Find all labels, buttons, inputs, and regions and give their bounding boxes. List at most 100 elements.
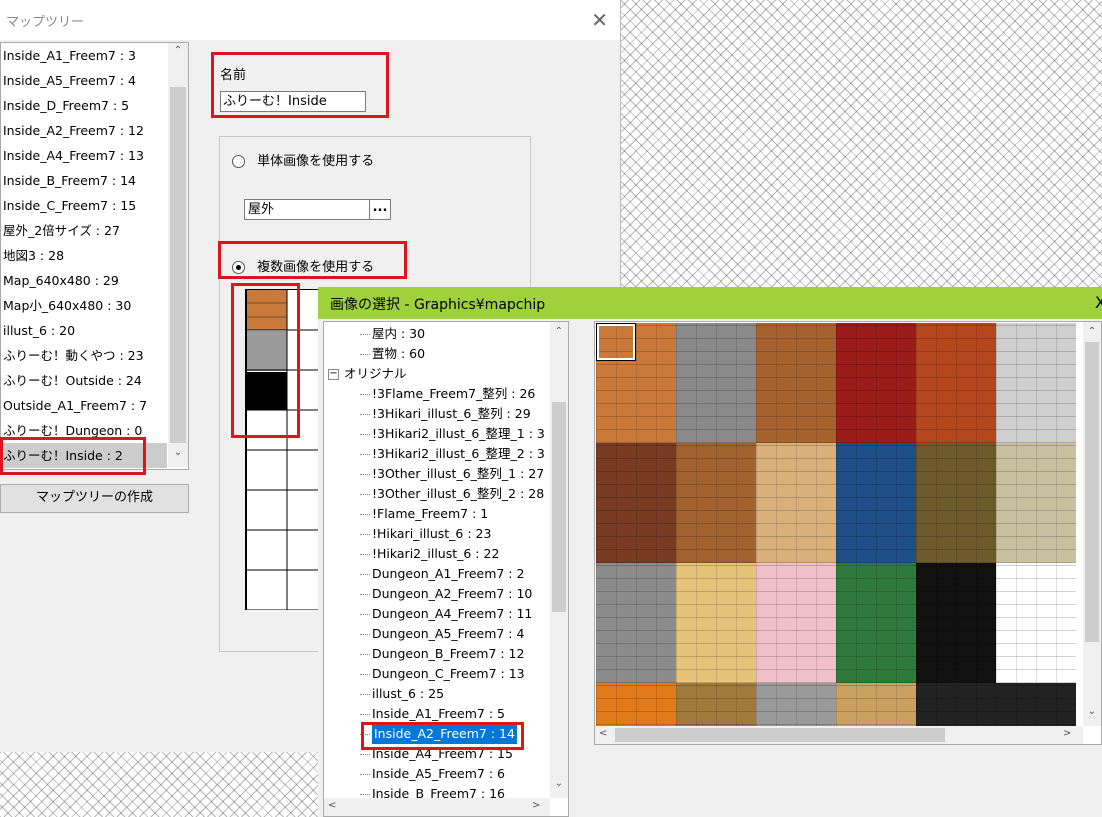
scroll-down-icon[interactable]: ⌄	[1083, 706, 1101, 717]
map-list-item[interactable]: Outside_A1_Freem7 : 7	[1, 393, 167, 418]
tree-node[interactable]: オリジナル	[344, 364, 407, 384]
scroll-left-icon[interactable]: <	[599, 728, 607, 739]
scroll-right-icon[interactable]: >	[1063, 728, 1071, 739]
map-list-item[interactable]: Map小_640x480 : 30	[1, 293, 167, 318]
preview-scrollbar[interactable]: ⌃ ⌄	[1083, 322, 1101, 726]
map-list-items: Inside_A1_Freem7 : 3 Inside_A5_Freem7 : 4…	[1, 43, 188, 468]
scroll-up-icon[interactable]: ⌃	[1083, 326, 1101, 337]
tree-node[interactable]: !Hikari2_illust_6 : 22	[372, 544, 499, 564]
scroll-thumb[interactable]	[552, 402, 566, 612]
tileset-tile[interactable]	[916, 323, 996, 443]
tree-node[interactable]: Dungeon_A2_Freem7 : 10	[372, 584, 532, 604]
tileset-tile[interactable]	[836, 323, 916, 443]
scroll-down-icon[interactable]: ⌄	[550, 778, 568, 789]
tileset-tile[interactable]	[916, 563, 996, 683]
title-bar: マップツリー ✕	[0, 0, 620, 40]
tree-node[interactable]: !3Other_illust_6_整列_2 : 28	[372, 484, 544, 504]
create-map-tree-button[interactable]: マップツリーの作成	[0, 484, 189, 513]
close-icon[interactable]: X	[1095, 293, 1102, 312]
tree-node[interactable]: !3Flame_Freem7_整列 : 26	[372, 384, 535, 404]
scroll-thumb[interactable]	[170, 87, 186, 443]
tree-connector	[360, 554, 370, 555]
image-select-dialog: 画像の選択 - Graphics¥mapchip X 屋内 : 30 置物 : 6…	[318, 287, 1102, 817]
tree-node[interactable]: !3Hikari_illust_6_整列 : 29	[372, 404, 531, 424]
map-list-item[interactable]: Inside_D_Freem7 : 5	[1, 93, 167, 118]
close-icon[interactable]: ✕	[591, 8, 608, 32]
tileset-tile[interactable]	[836, 563, 916, 683]
tileset-tile[interactable]	[676, 443, 756, 563]
map-list-item[interactable]: Inside_C_Freem7 : 15	[1, 193, 167, 218]
tree-node[interactable]: !3Hikari2_illust_6_整理_1 : 3	[372, 424, 545, 444]
tree-node[interactable]: !3Hikari2_illust_6_整理_2 : 3	[372, 444, 545, 464]
hscroll-thumb[interactable]	[615, 728, 945, 742]
tileset-preview[interactable]: ⌃ ⌄ < >	[594, 321, 1102, 745]
single-image-option[interactable]: 単体画像を使用する	[232, 150, 374, 169]
map-list-item[interactable]: Inside_A2_Freem7 : 12	[1, 118, 167, 143]
dialog-title: マップツリー	[6, 15, 85, 30]
tileset-tile[interactable]	[916, 443, 996, 563]
tree-node[interactable]: Inside_A5_Freem7 : 6	[372, 764, 505, 784]
highlight-selected-map	[0, 437, 146, 475]
tree-connector	[360, 494, 370, 495]
tileset-tile[interactable]	[836, 443, 916, 563]
tileset-tile[interactable]	[996, 443, 1076, 563]
map-list-item[interactable]: ふりーむ！Outside : 24	[1, 368, 167, 393]
tree-node[interactable]: Dungeon_A4_Freem7 : 11	[372, 604, 532, 624]
tileset-tile[interactable]	[756, 563, 836, 683]
map-list-item[interactable]: Inside_A5_Freem7 : 4	[1, 68, 167, 93]
tree-scrollbar[interactable]: ⌃ ⌄	[550, 322, 568, 798]
scroll-right-icon[interactable]: >	[532, 800, 540, 811]
tree-node[interactable]: Inside_A1_Freem7 : 5	[372, 704, 505, 724]
map-list-item[interactable]: 屋外_2倍サイズ : 27	[1, 218, 167, 243]
tree-node[interactable]: Dungeon_C_Freem7 : 13	[372, 664, 525, 684]
tree-connector	[360, 654, 370, 655]
tree-node[interactable]: Dungeon_B_Freem7 : 12	[372, 644, 524, 664]
preview-hscrollbar[interactable]: < >	[595, 726, 1083, 744]
map-list-scrollbar[interactable]: ⌃ ⌄	[168, 43, 188, 467]
scroll-left-icon[interactable]: <	[328, 800, 336, 811]
tileset-tile[interactable]	[596, 443, 676, 563]
tree-connector	[360, 454, 370, 455]
tree-node[interactable]: Dungeon_A5_Freem7 : 4	[372, 624, 524, 644]
image-dialog-title: 画像の選択 - Graphics¥mapchip	[330, 297, 546, 313]
tree-connector	[360, 394, 370, 395]
highlight-slots	[231, 283, 300, 438]
tree-node[interactable]: !Flame_Freem7 : 1	[372, 504, 488, 524]
browse-button[interactable]: ...	[369, 200, 390, 219]
tree-connector	[360, 574, 370, 575]
tree-node[interactable]: 置物 : 60	[372, 344, 425, 364]
scroll-down-icon[interactable]: ⌄	[168, 447, 188, 458]
highlight-selected-image	[361, 722, 524, 750]
tree-node[interactable]: !Hikari_illust_6 : 23	[372, 524, 491, 544]
map-list-item[interactable]: Inside_A4_Freem7 : 13	[1, 143, 167, 168]
map-list-item[interactable]: ふりーむ！動くやつ : 23	[1, 343, 167, 368]
tree-connector	[360, 434, 370, 435]
tileset-tile[interactable]	[996, 323, 1076, 443]
map-list-item[interactable]: 地図3 : 28	[1, 243, 167, 268]
tree-node[interactable]: illust_6 : 25	[372, 684, 444, 704]
tree-node[interactable]: 屋内 : 30	[372, 324, 425, 344]
tree-connector	[360, 714, 370, 715]
scroll-up-icon[interactable]: ⌃	[168, 45, 188, 56]
single-image-radio[interactable]	[232, 155, 245, 168]
tileset-tile[interactable]	[756, 323, 836, 443]
map-list[interactable]: Inside_A1_Freem7 : 3 Inside_A5_Freem7 : 4…	[0, 42, 189, 470]
tileset-tile[interactable]	[676, 563, 756, 683]
tree-connector	[360, 414, 370, 415]
scroll-thumb[interactable]	[1085, 342, 1099, 642]
tree-hscrollbar[interactable]: < >	[324, 798, 550, 816]
map-list-item[interactable]: illust_6 : 20	[1, 318, 167, 343]
tileset-tile[interactable]	[676, 323, 756, 443]
tileset-tile[interactable]	[596, 563, 676, 683]
map-list-item[interactable]: Inside_B_Freem7 : 14	[1, 168, 167, 193]
tree-node[interactable]: !3Other_illust_6_整列_1 : 27	[372, 464, 544, 484]
map-list-item[interactable]: Map_640x480 : 29	[1, 268, 167, 293]
tileset-tile[interactable]	[996, 563, 1076, 683]
map-list-item[interactable]: Inside_A1_Freem7 : 3	[1, 43, 167, 68]
tileset-tile[interactable]	[756, 443, 836, 563]
single-image-field[interactable]: 屋外 ...	[244, 199, 391, 220]
tree-connector	[360, 354, 370, 355]
scroll-up-icon[interactable]: ⌃	[550, 326, 568, 337]
collapse-icon[interactable]: −	[328, 369, 339, 380]
tree-node[interactable]: Dungeon_A1_Freem7 : 2	[372, 564, 524, 584]
